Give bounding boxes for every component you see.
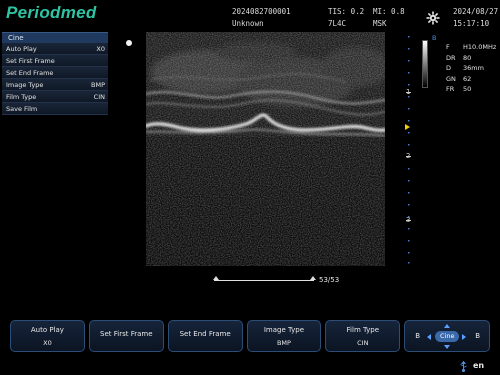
nav-left-label[interactable]: B	[415, 332, 420, 340]
menu-item-label: Set First Frame	[6, 56, 55, 65]
softkey-label: Film Type	[346, 325, 380, 334]
softkey-label: Set First Frame	[100, 329, 153, 338]
gear-icon[interactable]	[426, 11, 440, 25]
patient-name: Unknown	[232, 19, 264, 28]
softkey-label: Auto Play	[30, 325, 64, 334]
param-depth: D 36mm	[446, 64, 484, 72]
menu-item-value: CIN	[93, 92, 105, 101]
auto-play-button[interactable]: Auto Play X0	[10, 320, 85, 352]
menu-item-value: X0	[96, 44, 105, 53]
focus-marker-icon[interactable]	[405, 124, 410, 130]
menu-item-set-end-frame[interactable]: Set End Frame	[2, 67, 108, 79]
grayscale-bar	[422, 40, 428, 88]
softkey-label: Image Type	[263, 325, 305, 334]
preset-name: MSK	[373, 19, 387, 28]
depth-label-3: 3	[406, 216, 411, 224]
nav-right-label[interactable]: B	[475, 332, 480, 340]
cine-menu-title: Cine	[2, 32, 108, 43]
patient-id: 2024082700001	[232, 7, 291, 16]
softkey-value: X0	[43, 338, 52, 347]
film-type-button[interactable]: Film Type CIN	[325, 320, 401, 352]
menu-item-label: Image Type	[6, 80, 44, 89]
language-indicator[interactable]: en	[473, 361, 484, 370]
param-frequency: F H10.0MHz	[446, 43, 497, 51]
menu-item-auto-play[interactable]: Auto Play X0	[2, 43, 108, 55]
first-frame-marker[interactable]	[213, 276, 219, 280]
brand-logo: Periodmed	[6, 3, 97, 22]
cine-frame-slider[interactable]	[213, 273, 316, 285]
cine-navigation-control[interactable]: B Cine B	[404, 320, 491, 352]
set-first-frame-button[interactable]: Set First Frame	[88, 320, 164, 352]
menu-item-film-type[interactable]: Film Type CIN	[2, 91, 108, 103]
image-type-button[interactable]: Image Type BMP	[246, 320, 322, 352]
param-gain: GN 62	[446, 74, 472, 83]
slider-track	[214, 280, 314, 281]
ultrasound-image[interactable]	[146, 32, 385, 266]
depth-label-1: 1	[406, 88, 411, 96]
mi-value: MI: 0.8	[373, 7, 405, 16]
mode-indicator: B	[432, 34, 437, 42]
time: 15:17:10	[453, 19, 490, 28]
arrow-down-icon[interactable]	[444, 345, 451, 349]
menu-item-value: BMP	[91, 80, 105, 89]
param-dynamic-range: DR 80	[446, 53, 472, 62]
softkey-label: Set End Frame	[179, 329, 231, 338]
cine-menu: Cine Auto Play X0 Set First Frame Set En…	[2, 32, 108, 118]
arrow-up-icon[interactable]	[444, 324, 451, 328]
softkey-value: BMP	[276, 338, 291, 347]
set-end-frame-button[interactable]: Set End Frame	[167, 320, 243, 352]
arrow-right-icon[interactable]	[462, 334, 467, 340]
menu-item-label: Auto Play	[6, 44, 37, 53]
menu-item-image-type[interactable]: Image Type BMP	[2, 79, 108, 91]
frame-counter: 53/53	[319, 276, 340, 284]
tis-value: TIS: 0.2	[328, 7, 365, 16]
depth-scale	[406, 36, 411, 264]
softkey-value: CIN	[357, 338, 369, 347]
menu-item-save-film[interactable]: Save Film	[2, 103, 108, 115]
depth-label-2: 2	[406, 152, 411, 160]
menu-item-label: Save Film	[6, 104, 38, 113]
imaging-params: F H10.0MHz DR 80 D 36mm GN 62 FR 50	[446, 42, 496, 95]
cine-center-button[interactable]: Cine	[435, 331, 460, 342]
focus-dot-marker	[126, 40, 132, 46]
usb-icon	[460, 361, 467, 372]
probe-name: 7L4C	[328, 19, 347, 28]
end-frame-marker[interactable]	[310, 276, 316, 280]
menu-item-label: Film Type	[6, 92, 37, 101]
arrow-left-icon[interactable]	[427, 334, 432, 340]
date: 2024/08/27	[453, 7, 499, 16]
softkey-bar: Auto Play X0 Set First Frame Set End Fra…	[10, 320, 491, 352]
param-frame-rate: FR 50	[446, 85, 472, 93]
menu-item-label: Set End Frame	[6, 68, 54, 77]
menu-item-set-first-frame[interactable]: Set First Frame	[2, 55, 108, 67]
